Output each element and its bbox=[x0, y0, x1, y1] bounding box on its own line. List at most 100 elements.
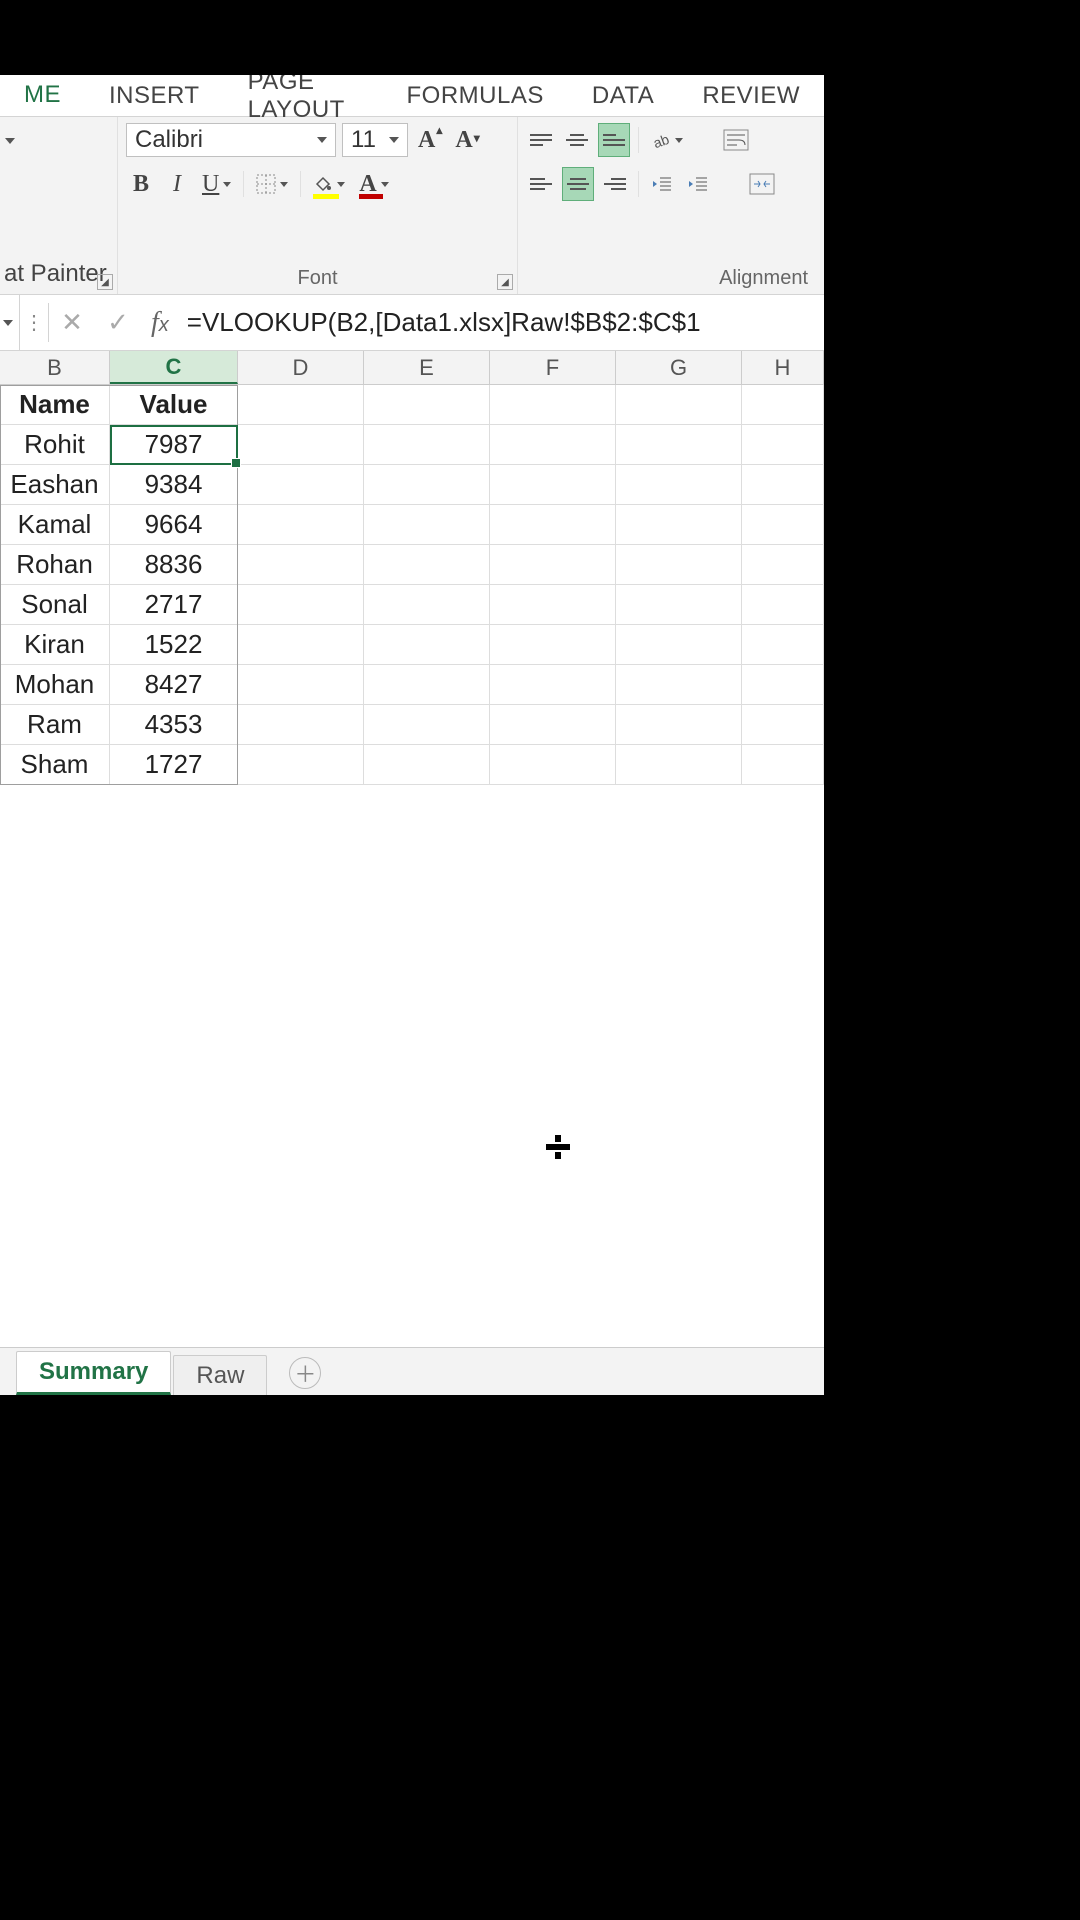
sheet-tab-raw[interactable]: Raw bbox=[173, 1355, 267, 1395]
orientation-button[interactable]: ab bbox=[647, 123, 687, 157]
format-painter-button[interactable]: at Painter bbox=[0, 260, 109, 288]
cell[interactable]: Rohan bbox=[0, 545, 110, 585]
cell[interactable] bbox=[742, 465, 824, 505]
tab-formulas[interactable]: FORMULAS bbox=[383, 75, 568, 116]
cell[interactable] bbox=[238, 705, 364, 745]
cell[interactable]: Eashan bbox=[0, 465, 110, 505]
cell[interactable]: Mohan bbox=[0, 665, 110, 705]
cell[interactable] bbox=[364, 545, 490, 585]
cell[interactable] bbox=[238, 625, 364, 665]
cell[interactable] bbox=[616, 745, 742, 785]
cell[interactable] bbox=[742, 705, 824, 745]
tab-insert[interactable]: INSERT bbox=[85, 75, 224, 116]
cell[interactable]: 1522 bbox=[110, 625, 238, 665]
cell[interactable] bbox=[490, 705, 616, 745]
cell[interactable] bbox=[238, 745, 364, 785]
cell-selected[interactable]: 7987 bbox=[110, 425, 238, 465]
cell[interactable] bbox=[742, 505, 824, 545]
cell[interactable]: Ram bbox=[0, 705, 110, 745]
cell[interactable] bbox=[238, 385, 364, 425]
wrap-text-button[interactable] bbox=[719, 123, 753, 157]
cell[interactable] bbox=[616, 385, 742, 425]
cell[interactable]: Rohit bbox=[0, 425, 110, 465]
align-right-button[interactable] bbox=[600, 167, 630, 201]
italic-button[interactable]: I bbox=[162, 167, 192, 201]
paste-dropdown[interactable] bbox=[0, 127, 20, 155]
cell[interactable] bbox=[490, 745, 616, 785]
tab-data[interactable]: DATA bbox=[568, 75, 678, 116]
cell[interactable] bbox=[616, 545, 742, 585]
cell[interactable] bbox=[490, 545, 616, 585]
cell[interactable] bbox=[364, 705, 490, 745]
column-header-f[interactable]: F bbox=[490, 351, 616, 384]
cell[interactable] bbox=[238, 465, 364, 505]
column-header-h[interactable]: H bbox=[742, 351, 824, 384]
cell[interactable] bbox=[742, 385, 824, 425]
cell[interactable] bbox=[742, 625, 824, 665]
cell[interactable]: Name bbox=[0, 385, 110, 425]
cell[interactable] bbox=[364, 425, 490, 465]
tab-home[interactable]: ME bbox=[0, 75, 85, 116]
cell[interactable] bbox=[490, 665, 616, 705]
align-top-button[interactable] bbox=[526, 123, 556, 157]
cell[interactable] bbox=[616, 705, 742, 745]
cell[interactable] bbox=[742, 425, 824, 465]
font-size-combo[interactable]: 11 bbox=[342, 123, 408, 157]
align-left-button[interactable] bbox=[526, 167, 556, 201]
enter-formula-button[interactable]: ✓ bbox=[95, 295, 141, 350]
cell[interactable] bbox=[238, 425, 364, 465]
cell[interactable] bbox=[364, 745, 490, 785]
cell[interactable]: Kamal bbox=[0, 505, 110, 545]
borders-button[interactable] bbox=[252, 167, 292, 201]
insert-function-button[interactable]: fx bbox=[141, 307, 179, 339]
merge-center-button[interactable] bbox=[745, 167, 779, 201]
tab-page-layout[interactable]: PAGE LAYOUT bbox=[224, 75, 383, 116]
cell[interactable] bbox=[238, 505, 364, 545]
cell[interactable] bbox=[742, 665, 824, 705]
cell[interactable] bbox=[616, 425, 742, 465]
align-center-button[interactable] bbox=[562, 167, 594, 201]
cell[interactable] bbox=[490, 505, 616, 545]
cell[interactable] bbox=[742, 585, 824, 625]
font-color-button[interactable]: A bbox=[355, 167, 392, 201]
tab-review[interactable]: REVIEW bbox=[678, 75, 824, 116]
column-header-b[interactable]: B bbox=[0, 351, 110, 384]
increase-font-size-button[interactable]: A bbox=[414, 123, 445, 157]
cell[interactable] bbox=[490, 425, 616, 465]
name-box[interactable] bbox=[0, 295, 20, 350]
cell[interactable]: Sham bbox=[0, 745, 110, 785]
font-name-combo[interactable]: Calibri bbox=[126, 123, 336, 157]
cell[interactable] bbox=[238, 585, 364, 625]
font-dialog-launcher[interactable]: ◢ bbox=[497, 274, 513, 290]
formula-input[interactable] bbox=[179, 295, 824, 350]
cell[interactable] bbox=[490, 385, 616, 425]
decrease-indent-button[interactable] bbox=[647, 167, 677, 201]
align-bottom-button[interactable] bbox=[598, 123, 630, 157]
cell[interactable] bbox=[742, 745, 824, 785]
sheet-tab-summary[interactable]: Summary bbox=[16, 1351, 171, 1395]
column-header-e[interactable]: E bbox=[364, 351, 490, 384]
cell[interactable] bbox=[364, 465, 490, 505]
cell[interactable] bbox=[616, 505, 742, 545]
cell[interactable]: 2717 bbox=[110, 585, 238, 625]
column-header-d[interactable]: D bbox=[238, 351, 364, 384]
cell[interactable] bbox=[364, 585, 490, 625]
cell[interactable] bbox=[616, 665, 742, 705]
cell[interactable] bbox=[616, 625, 742, 665]
cell[interactable] bbox=[490, 585, 616, 625]
cell[interactable] bbox=[742, 545, 824, 585]
clipboard-dialog-launcher[interactable]: ◢ bbox=[97, 274, 113, 290]
cell[interactable]: Kiran bbox=[0, 625, 110, 665]
cell[interactable]: 8427 bbox=[110, 665, 238, 705]
cell[interactable] bbox=[616, 465, 742, 505]
decrease-font-size-button[interactable]: A bbox=[451, 123, 482, 157]
increase-indent-button[interactable] bbox=[683, 167, 713, 201]
align-middle-button[interactable] bbox=[562, 123, 592, 157]
underline-button[interactable]: U bbox=[198, 167, 235, 201]
cell[interactable] bbox=[238, 665, 364, 705]
cell[interactable]: 1727 bbox=[110, 745, 238, 785]
cell[interactable]: 4353 bbox=[110, 705, 238, 745]
cell[interactable]: 8836 bbox=[110, 545, 238, 585]
cancel-formula-button[interactable]: ✕ bbox=[49, 295, 95, 350]
cell[interactable] bbox=[364, 665, 490, 705]
